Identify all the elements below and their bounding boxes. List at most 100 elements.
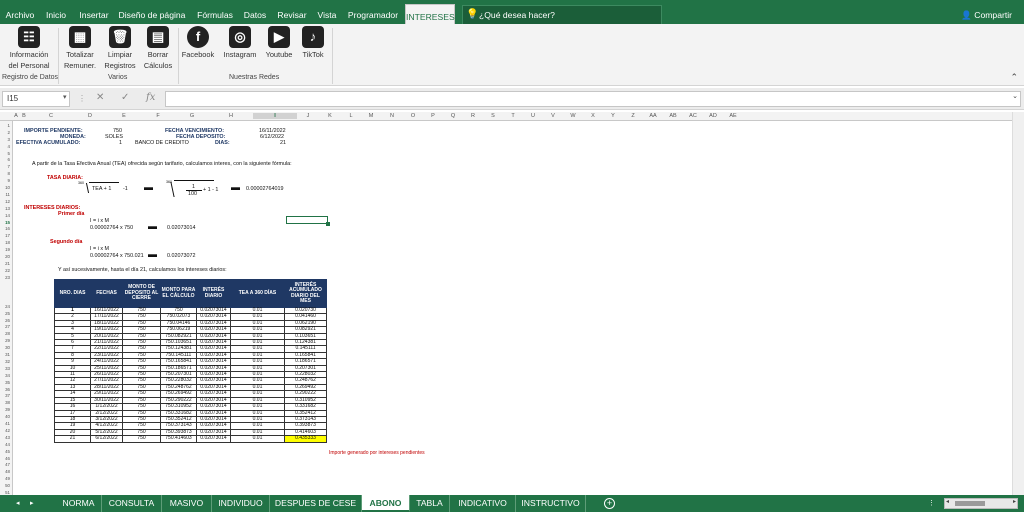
row-header[interactable]: 10: [5, 185, 10, 190]
row-header[interactable]: 39: [5, 407, 10, 412]
column-header-l[interactable]: L: [341, 113, 361, 119]
row-header[interactable]: 16: [5, 226, 10, 231]
row-header[interactable]: 5: [8, 151, 10, 156]
sheet-tab-consulta[interactable]: CONSULTA: [102, 495, 162, 512]
sheet-tab-norma[interactable]: NORMA: [56, 495, 102, 512]
sheet-tab-indicativo[interactable]: INDICATIVO: [450, 495, 516, 512]
sheet-grid[interactable]: IMPORTE PENDIENTE: 750 MONEDA: SOLES EFE…: [14, 121, 1010, 495]
row-header[interactable]: 21: [5, 261, 10, 266]
row-header[interactable]: 23: [5, 275, 10, 280]
add-sheet-icon[interactable]: +: [604, 498, 615, 509]
row-header[interactable]: 20: [5, 254, 10, 259]
horizontal-scroll-thumb[interactable]: [955, 501, 985, 506]
row-header[interactable]: 30: [5, 345, 10, 350]
column-header-b[interactable]: B: [19, 113, 29, 119]
row-header[interactable]: 14: [5, 213, 10, 218]
column-header-ac[interactable]: AC: [683, 113, 703, 119]
column-header-ae[interactable]: AE: [723, 113, 743, 119]
row-header[interactable]: 36: [5, 387, 10, 392]
table-cell[interactable]: 6/12/2022: [90, 435, 123, 443]
totalizar-button[interactable]: ▦ Totalizar Remuner.: [60, 26, 100, 71]
row-header[interactable]: 32: [5, 359, 10, 364]
facebook-button[interactable]: f Facebook: [180, 26, 216, 60]
sheet-tab-tabla[interactable]: TABLA: [410, 495, 450, 512]
row-header[interactable]: 37: [5, 393, 10, 398]
column-header-r[interactable]: R: [463, 113, 483, 119]
row-header[interactable]: 7: [8, 164, 10, 169]
scroll-right-icon[interactable]: ▸: [1013, 498, 1016, 505]
row-header[interactable]: 11: [5, 192, 10, 197]
row-header[interactable]: 13: [5, 206, 10, 211]
row-header[interactable]: 24: [5, 304, 10, 309]
table-cell[interactable]: 0.435333: [284, 435, 327, 443]
row-header[interactable]: 46: [5, 456, 10, 461]
row-header[interactable]: 40: [5, 414, 10, 419]
name-box[interactable]: I15: [2, 91, 70, 107]
row-header[interactable]: 27: [5, 324, 10, 329]
column-header-s[interactable]: S: [483, 113, 503, 119]
column-header-u[interactable]: U: [523, 113, 543, 119]
name-box-dropdown-icon[interactable]: ▾: [63, 93, 67, 101]
row-header[interactable]: 8: [8, 171, 10, 176]
table-cell[interactable]: 0.02073014: [196, 435, 231, 443]
tiktok-button[interactable]: ♪ TikTok: [298, 26, 328, 60]
row-header[interactable]: 43: [5, 435, 10, 440]
table-cell[interactable]: 21: [54, 435, 91, 443]
column-header-h[interactable]: H: [209, 113, 253, 119]
row-header[interactable]: 12: [5, 199, 10, 204]
column-header-o[interactable]: O: [403, 113, 423, 119]
column-header-t[interactable]: T: [503, 113, 523, 119]
column-header-e[interactable]: E: [107, 113, 141, 119]
row-header[interactable]: 9: [8, 178, 10, 183]
insert-function-icon[interactable]: fx: [146, 92, 155, 103]
sheet-tab-abono[interactable]: ABONO: [362, 495, 410, 512]
row-header[interactable]: 18: [5, 240, 10, 245]
horizontal-scrollbar[interactable]: ◂ ▸: [944, 498, 1018, 509]
sheet-tab-despues-cese[interactable]: DESPUES DE CESE: [270, 495, 362, 512]
column-header-x[interactable]: X: [583, 113, 603, 119]
row-header[interactable]: 38: [5, 400, 10, 405]
cancel-icon[interactable]: ✕: [96, 92, 104, 103]
column-header-i[interactable]: I: [253, 113, 297, 119]
prev-sheet-icon[interactable]: ◂: [16, 495, 20, 512]
column-header-aa[interactable]: AA: [643, 113, 663, 119]
column-header-c[interactable]: C: [29, 113, 73, 119]
column-header-w[interactable]: W: [563, 113, 583, 119]
row-header[interactable]: 6: [8, 157, 10, 162]
row-header[interactable]: 3: [8, 137, 10, 142]
row-header[interactable]: 45: [5, 449, 10, 454]
column-header-y[interactable]: Y: [603, 113, 623, 119]
column-header-j[interactable]: J: [297, 113, 319, 119]
row-header[interactable]: 42: [5, 428, 10, 433]
row-header[interactable]: 31: [5, 352, 10, 357]
youtube-button[interactable]: ▶ Youtube: [262, 26, 296, 60]
tell-me-search[interactable]: 💡 ¿Qué desea hacer?: [462, 5, 662, 25]
row-header[interactable]: 4: [8, 144, 10, 149]
row-header[interactable]: 15: [5, 220, 10, 225]
row-header[interactable]: 2: [8, 130, 10, 135]
row-header[interactable]: 41: [5, 421, 10, 426]
next-sheet-icon[interactable]: ▸: [30, 495, 34, 512]
row-header[interactable]: 22: [5, 268, 10, 273]
row-header[interactable]: 19: [5, 247, 10, 252]
row-header[interactable]: 26: [5, 318, 10, 323]
collapse-ribbon-icon[interactable]: ⌃: [1010, 72, 1018, 83]
expand-formula-icon[interactable]: ⌄: [1012, 92, 1018, 100]
column-header-q[interactable]: Q: [443, 113, 463, 119]
row-header[interactable]: 35: [5, 380, 10, 385]
row-header[interactable]: 29: [5, 338, 10, 343]
selected-cell-i15[interactable]: [286, 216, 330, 226]
row-header[interactable]: 25: [5, 311, 10, 316]
row-header[interactable]: 28: [5, 331, 10, 336]
column-header-d[interactable]: D: [73, 113, 107, 119]
column-header-v[interactable]: V: [543, 113, 563, 119]
column-header-ad[interactable]: AD: [703, 113, 723, 119]
column-header-p[interactable]: P: [423, 113, 443, 119]
limpiar-button[interactable]: 🗑 Limpiar Registros: [102, 26, 138, 71]
column-header-z[interactable]: Z: [623, 113, 643, 119]
instagram-button[interactable]: ◎ Instagram: [220, 26, 260, 60]
informacion-personal-button[interactable]: ☷ Información del Personal: [4, 26, 54, 71]
scroll-left-icon[interactable]: ◂: [946, 498, 949, 505]
borrar-button[interactable]: ▤ Borrar Cálculos: [140, 26, 176, 71]
row-header[interactable]: 44: [5, 442, 10, 447]
